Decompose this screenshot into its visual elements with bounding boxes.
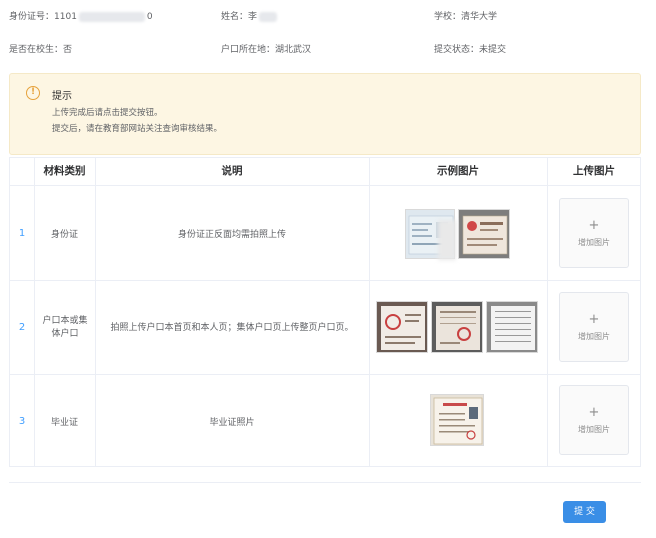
upload-button[interactable]: + 增加图片 bbox=[559, 385, 629, 455]
in-school-field: 是否在校生：否 bbox=[9, 42, 72, 55]
row-description: 身份证正反面均需拍照上传 bbox=[177, 229, 286, 240]
sample-image-hukou-2[interactable] bbox=[431, 301, 483, 353]
sample-image-diploma[interactable] bbox=[430, 394, 484, 446]
id-number-suffix: 0 bbox=[146, 12, 153, 22]
upload-label: 增加图片 bbox=[578, 425, 610, 434]
id-number-field: 身份证号：1101 0 bbox=[9, 9, 153, 22]
row-description: 拍照上传户口本首页和本人页；集体户口页上传整页户口页。 bbox=[110, 322, 354, 333]
in-school-value: 否 bbox=[63, 45, 73, 55]
row-category: 身份证 bbox=[50, 229, 78, 240]
status-field: 提交状态：未提交 bbox=[434, 42, 506, 55]
row-index: 3 bbox=[18, 416, 26, 427]
row-category: 毕业证 bbox=[50, 418, 78, 428]
hukou-value: 湖北武汉 bbox=[275, 45, 312, 55]
plus-icon: + bbox=[588, 312, 600, 327]
school-label: 学校： bbox=[434, 12, 462, 22]
upload-label: 增加图片 bbox=[578, 332, 610, 341]
upload-button[interactable]: + 增加图片 bbox=[559, 198, 629, 268]
materials-table: 材料类别 说明 示例图片 上传图片 1 身份证 身份证正反面均需拍照上传 + 增… bbox=[9, 157, 641, 467]
column-divider bbox=[547, 158, 548, 466]
name-value: 李 bbox=[248, 12, 258, 22]
header-sample-image: 示例图片 bbox=[437, 165, 479, 177]
tip-line-1: 上传完成后请点击提交按钮。 bbox=[52, 108, 163, 118]
hukou-field: 户口所在地：湖北武汉 bbox=[221, 42, 311, 55]
info-row-2: 是否在校生：否 户口所在地：湖北武汉 提交状态：未提交 bbox=[0, 42, 656, 60]
plus-icon: + bbox=[588, 218, 600, 233]
submit-button[interactable]: 提 交 bbox=[563, 501, 606, 523]
name-field: 姓名：李 bbox=[221, 9, 278, 22]
hukou-label: 户口所在地： bbox=[221, 45, 276, 55]
sample-image-hukou-1[interactable] bbox=[376, 301, 428, 353]
info-row-1: 身份证号：1101 0 姓名：李 学校：清华大学 bbox=[0, 9, 656, 27]
id-number-value: 1101 bbox=[54, 12, 77, 22]
row-index: 1 bbox=[18, 227, 26, 239]
tip-alert: ! 提示 上传完成后请点击提交按钮。 提交后，请在教育部网站关注查询审核结果。 bbox=[9, 73, 641, 155]
info-circle-icon: ! bbox=[26, 86, 40, 100]
name-label: 姓名： bbox=[221, 12, 249, 22]
upload-button[interactable]: + 增加图片 bbox=[559, 292, 629, 362]
status-value: 未提交 bbox=[479, 45, 507, 55]
blurred-overlay bbox=[438, 220, 456, 260]
row-description: 毕业证照片 bbox=[209, 418, 255, 428]
footer-divider bbox=[9, 482, 641, 483]
in-school-label: 是否在校生： bbox=[9, 45, 64, 55]
sample-image-id-back[interactable] bbox=[458, 209, 510, 259]
header-category: 材料类别 bbox=[43, 165, 86, 177]
school-value: 清华大学 bbox=[461, 12, 498, 22]
name-blur bbox=[259, 11, 278, 22]
school-field: 学校：清华大学 bbox=[434, 9, 497, 22]
header-description: 说明 bbox=[221, 165, 243, 177]
status-label: 提交状态： bbox=[434, 45, 480, 55]
row-index: 2 bbox=[18, 322, 26, 333]
tip-line-2: 提交后，请在教育部网站关注查询审核结果。 bbox=[52, 124, 223, 134]
id-number-label: 身份证号： bbox=[9, 12, 55, 22]
row-category: 户口本或集体户口 bbox=[42, 315, 88, 339]
header-upload-image: 上传图片 bbox=[573, 165, 615, 177]
id-number-blur bbox=[78, 11, 145, 22]
sample-image-hukou-3[interactable] bbox=[486, 301, 538, 353]
column-divider bbox=[369, 158, 370, 466]
plus-icon: + bbox=[588, 405, 600, 420]
upload-label: 增加图片 bbox=[578, 238, 610, 247]
tip-title: 提示 bbox=[52, 91, 72, 102]
